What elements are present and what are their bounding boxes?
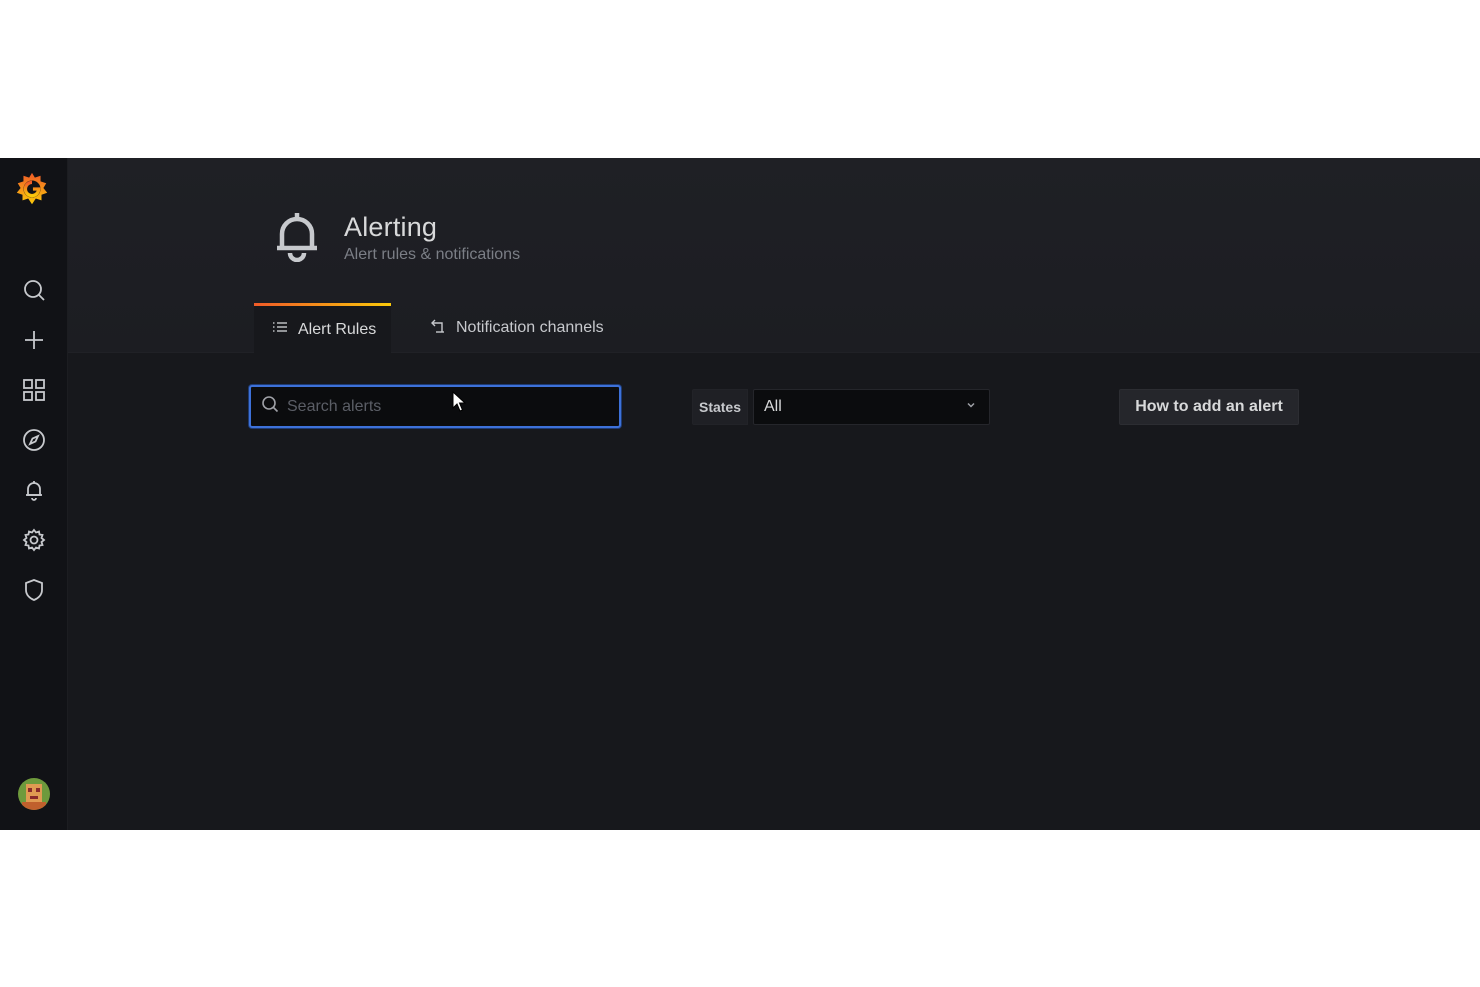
plus-icon — [22, 328, 46, 357]
how-to-add-alert-button[interactable]: How to add an alert — [1119, 389, 1299, 425]
channel-arrow-icon — [430, 318, 456, 339]
page-subtitle: Alert rules & notifications — [344, 246, 521, 263]
gear-icon — [22, 528, 46, 557]
states-selected-value: All — [764, 398, 782, 415]
explore-compass-icon — [22, 428, 46, 457]
tab-label: Notification channels — [456, 319, 604, 336]
search-alerts-field[interactable] — [249, 385, 621, 428]
dashboards-icon — [22, 378, 46, 407]
page-title: Alerting — [344, 212, 438, 242]
states-label: States — [692, 389, 748, 425]
mouse-pointer-icon — [452, 390, 467, 413]
grafana-logo-icon[interactable] — [13, 170, 51, 208]
tab-alert-rules[interactable]: Alert Rules — [254, 303, 391, 353]
search-icon — [251, 395, 287, 418]
sidebar-search[interactable] — [16, 274, 52, 310]
tab-notification-channels[interactable]: Notification channels — [424, 303, 624, 353]
user-avatar[interactable] — [18, 778, 50, 810]
sidebar-server-admin[interactable] — [16, 574, 52, 610]
grafana-app: Alerting Alert rules & notifications Ale… — [0, 158, 1480, 830]
chevron-down-icon — [965, 398, 977, 416]
bell-icon — [274, 210, 320, 263]
sidebar-explore[interactable] — [16, 424, 52, 460]
page-header: Alerting Alert rules & notifications Ale… — [68, 158, 1480, 353]
list-icon — [272, 319, 298, 340]
tab-label: Alert Rules — [298, 320, 377, 338]
sidebar-create[interactable] — [16, 324, 52, 360]
states-select[interactable]: All — [753, 389, 990, 425]
sidebar-dashboards[interactable] — [16, 374, 52, 410]
sidebar-alerting[interactable] — [16, 474, 52, 510]
search-icon — [22, 278, 46, 307]
sidebar — [0, 158, 68, 830]
sidebar-configuration[interactable] — [16, 524, 52, 560]
bell-icon — [22, 478, 46, 507]
shield-icon — [22, 578, 46, 607]
search-input[interactable] — [287, 397, 597, 416]
